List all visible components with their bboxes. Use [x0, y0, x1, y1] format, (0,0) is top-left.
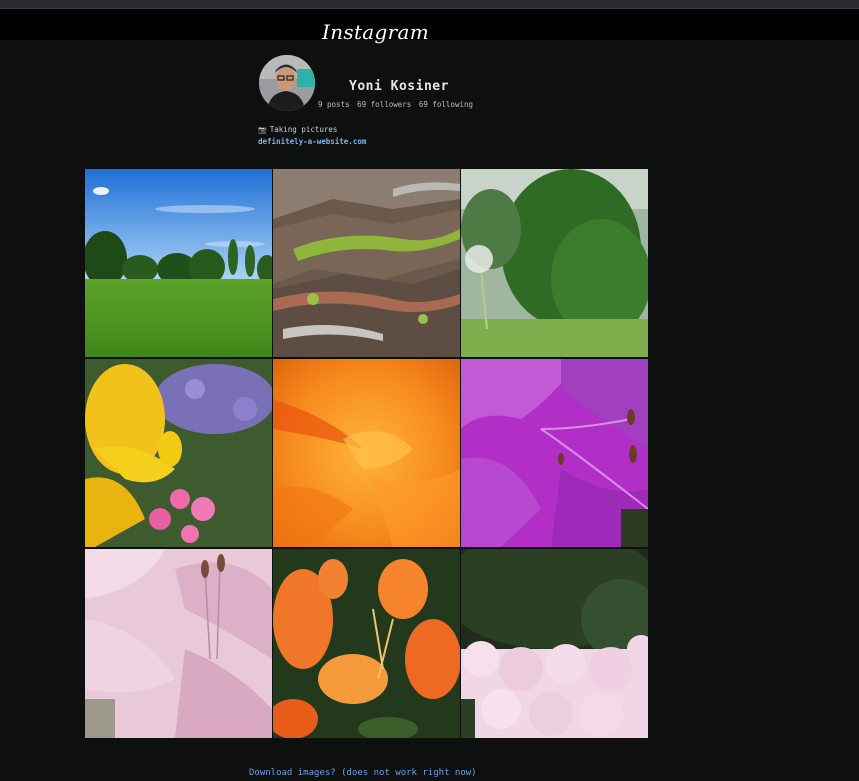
profile-website-link[interactable]: definitely-a-website.com: [258, 137, 366, 146]
followers-count[interactable]: 69 followers: [357, 100, 411, 109]
photo-pale-pink-azalea[interactable]: [85, 549, 272, 738]
following-count[interactable]: 69 following: [419, 100, 473, 109]
profile-username: Yoni Kosiner: [349, 79, 449, 94]
photo-orange-azalea[interactable]: [273, 549, 460, 738]
instagram-logo[interactable]: Instagram: [322, 20, 429, 44]
avatar[interactable]: [259, 55, 315, 111]
photo-orange-flower-closeup[interactable]: [273, 359, 460, 547]
photo-yellow-azalea[interactable]: [85, 359, 272, 547]
photo-park-sky[interactable]: [85, 169, 272, 357]
avatar-portrait-icon: [259, 55, 315, 111]
photo-tree-bark-moss[interactable]: [273, 169, 460, 357]
profile-bio: 📷 Taking pictures: [258, 125, 337, 134]
photo-grid: [85, 169, 648, 738]
camera-icon: 📷: [258, 126, 267, 134]
photo-purple-rhododendron[interactable]: [461, 359, 648, 547]
profile-stats: 9 posts 69 followers 69 following: [318, 100, 476, 109]
photo-dandelion-trees[interactable]: [461, 169, 648, 357]
photo-pink-rhododendron-bush[interactable]: [461, 549, 648, 738]
app-header: Instagram: [0, 9, 859, 44]
bio-text: Taking pictures: [269, 125, 338, 134]
window-top-strip: [0, 0, 859, 9]
posts-count[interactable]: 9 posts: [318, 100, 350, 109]
download-images-link[interactable]: Download images? (does not work right no…: [249, 768, 477, 778]
